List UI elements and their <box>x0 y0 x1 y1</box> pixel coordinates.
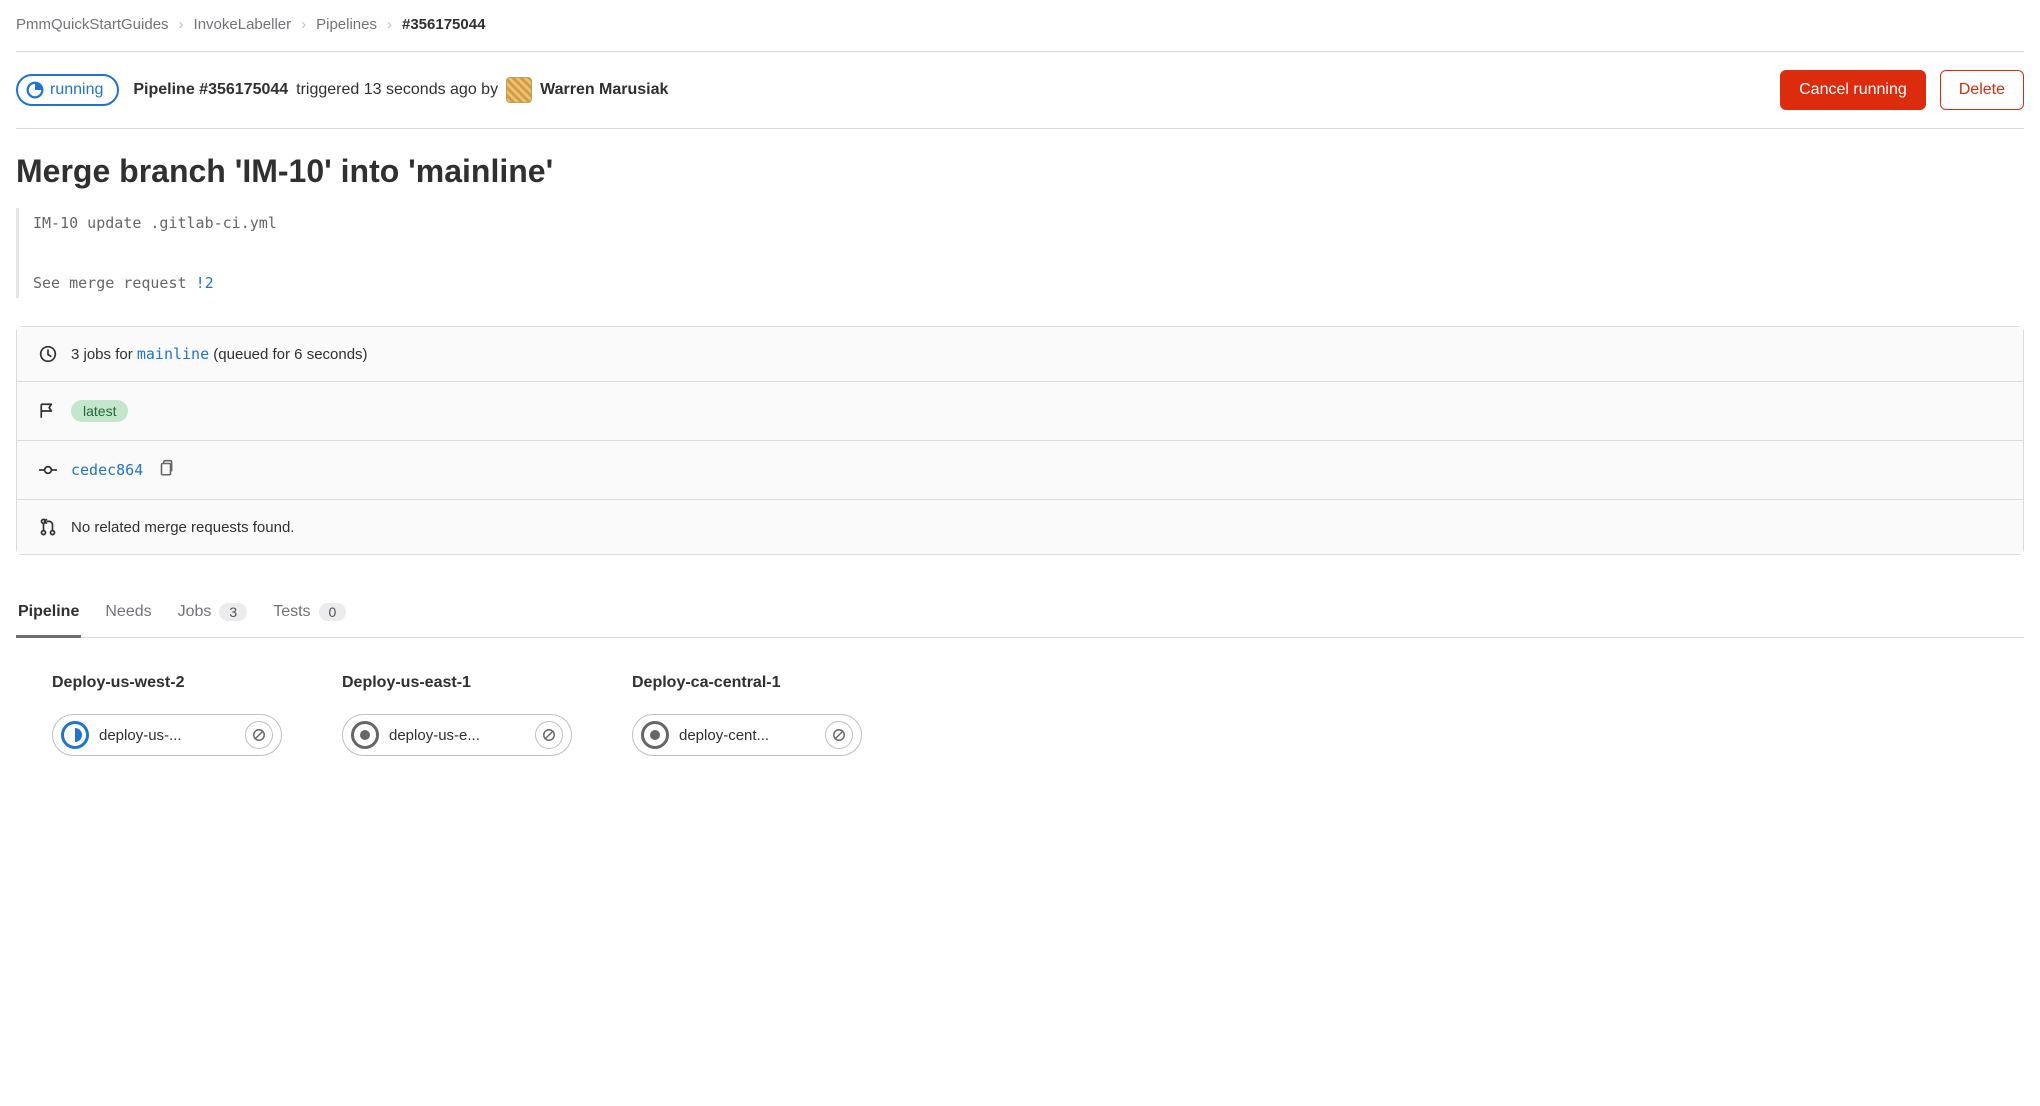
breadcrumb-item[interactable]: InvokeLabeller <box>194 16 292 33</box>
merge-request-text: No related merge requests found. <box>71 519 294 536</box>
breadcrumb-item-current: #356175044 <box>402 16 485 33</box>
stage-name: Deploy-us-east-1 <box>342 674 572 692</box>
pipeline-id: Pipeline #356175044 <box>133 81 288 99</box>
breadcrumb-item[interactable]: PmmQuickStartGuides <box>16 16 169 33</box>
chevron-right-icon: › <box>387 16 392 33</box>
tab-count: 3 <box>219 603 247 621</box>
commit-title: Merge branch 'IM-10' into 'mainline' <box>16 153 2024 190</box>
job-pill[interactable]: deploy-us-... <box>52 714 282 756</box>
tab-pipeline[interactable]: Pipeline <box>16 589 81 638</box>
job-name: deploy-cent... <box>679 727 815 744</box>
tab-needs[interactable]: Needs <box>103 589 153 638</box>
job-name: deploy-us-... <box>99 727 235 744</box>
status-text: running <box>50 81 103 99</box>
tabs: Pipeline Needs Jobs 3 Tests 0 <box>16 589 2024 638</box>
branch-link[interactable]: mainline <box>137 345 209 363</box>
cancel-running-button[interactable]: Cancel running <box>1780 70 1926 110</box>
stage: Deploy-us-east-1 deploy-us-e... <box>342 674 572 756</box>
cancel-job-button[interactable] <box>245 721 273 749</box>
tab-jobs[interactable]: Jobs 3 <box>176 589 250 638</box>
breadcrumb-item[interactable]: Pipelines <box>316 16 377 33</box>
merge-request-icon <box>39 518 57 536</box>
stage: Deploy-us-west-2 deploy-us-... <box>52 674 282 756</box>
job-name: deploy-us-e... <box>389 727 525 744</box>
job-pill[interactable]: deploy-cent... <box>632 714 862 756</box>
tag-badge: latest <box>71 400 128 422</box>
running-icon <box>26 81 44 99</box>
chevron-right-icon: › <box>301 16 306 33</box>
cancel-job-button[interactable] <box>825 721 853 749</box>
merge-request-link[interactable]: !2 <box>196 274 214 292</box>
info-row-merge-requests: No related merge requests found. <box>17 500 2023 554</box>
breadcrumb: PmmQuickStartGuides › InvokeLabeller › P… <box>16 16 2024 52</box>
pipeline-header: running Pipeline #356175044 triggered 13… <box>16 52 2024 129</box>
flag-icon <box>39 402 57 420</box>
commit-sha-link[interactable]: cedec864 <box>71 461 143 479</box>
info-row-commit: cedec864 <box>17 441 2023 500</box>
status-badge-running[interactable]: running <box>16 74 119 106</box>
pipeline-trigger-text: triggered 13 seconds ago by <box>296 81 498 99</box>
created-icon <box>641 721 669 749</box>
job-pill[interactable]: deploy-us-e... <box>342 714 572 756</box>
delete-button[interactable]: Delete <box>1940 70 2024 110</box>
commit-desc-line: IM-10 update .gitlab-ci.yml <box>33 208 2024 238</box>
avatar[interactable] <box>506 77 532 103</box>
running-icon <box>61 721 89 749</box>
clock-icon <box>39 345 57 363</box>
chevron-right-icon: › <box>179 16 184 33</box>
created-icon <box>351 721 379 749</box>
commit-icon <box>39 461 57 479</box>
cancel-job-button[interactable] <box>535 721 563 749</box>
author-name[interactable]: Warren Marusiak <box>540 81 668 99</box>
commit-desc-line: See merge request !2 <box>33 268 2024 298</box>
stage: Deploy-ca-central-1 deploy-cent... <box>632 674 862 756</box>
tab-count: 0 <box>319 603 347 621</box>
tab-tests[interactable]: Tests 0 <box>271 589 348 638</box>
copy-icon[interactable] <box>157 459 175 481</box>
stage-name: Deploy-us-west-2 <box>52 674 282 692</box>
pipeline-info-panel: 3 jobs for mainline (queued for 6 second… <box>16 326 2024 555</box>
info-row-jobs: 3 jobs for mainline (queued for 6 second… <box>17 327 2023 382</box>
commit-description: IM-10 update .gitlab-ci.yml See merge re… <box>16 208 2024 298</box>
pipeline-graph: Deploy-us-west-2 deploy-us-... Deploy-us… <box>16 638 2024 756</box>
pipeline-title: Pipeline #356175044 triggered 13 seconds… <box>133 77 668 103</box>
info-row-tags: latest <box>17 382 2023 441</box>
stage-name: Deploy-ca-central-1 <box>632 674 862 692</box>
